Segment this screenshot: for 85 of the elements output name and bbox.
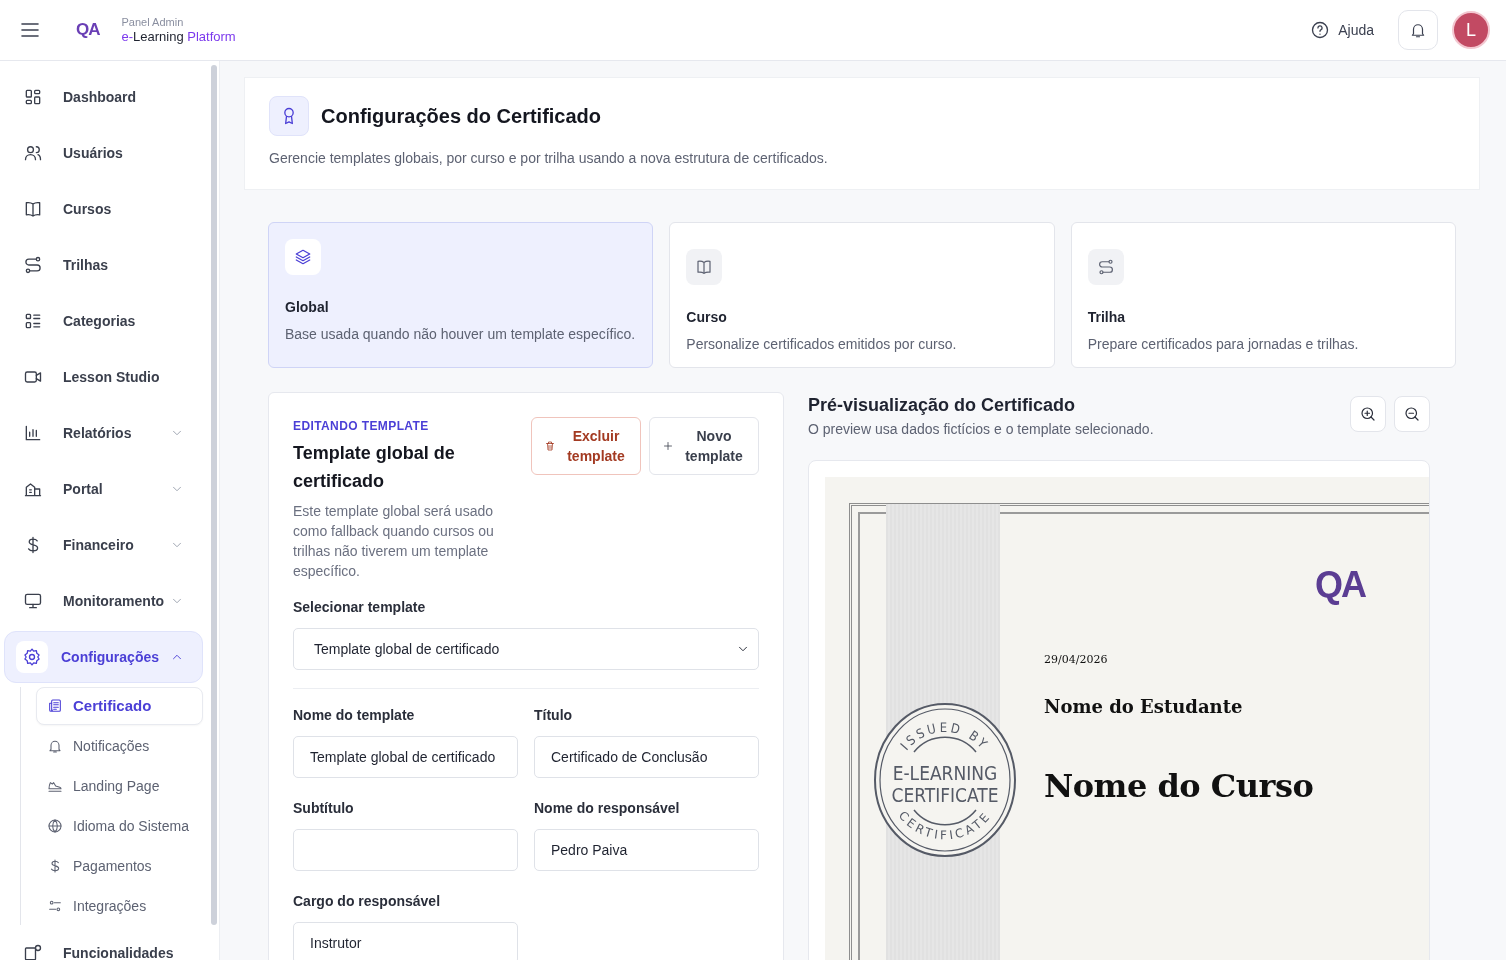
sidebar-subitem[interactable]: Landing Page: [36, 767, 203, 805]
monitor-icon: [23, 591, 43, 611]
field-label: Subtítulo: [293, 799, 355, 818]
field-label: Selecionar template: [293, 598, 427, 617]
input-field[interactable]: Pedro Paiva: [534, 829, 759, 871]
input-field[interactable]: Template global de certificado: [293, 736, 518, 778]
trash-icon: [544, 440, 556, 452]
sidebar-item[interactable]: Trilhas: [4, 239, 203, 291]
scope-card[interactable]: Global Base usada quando não houver um template específico.: [268, 222, 654, 368]
scope-title: Global: [285, 298, 330, 317]
sidebar-item[interactable]: Configurações: [4, 631, 203, 683]
template-title: Template global de certificado: [293, 442, 456, 493]
scope-title: Curso: [686, 308, 728, 327]
scope-description: Prepare certificados para jornadas e trilhas.: [1087, 335, 1360, 354]
sidebar-item[interactable]: Dashboard: [4, 71, 203, 123]
book-icon: [695, 258, 714, 276]
field-label: Nome do template: [293, 706, 416, 725]
sliders-icon: [47, 898, 63, 914]
book-icon: [23, 199, 43, 219]
field-label: Cargo do responsável: [293, 892, 442, 911]
field-label: Nome do responsável: [534, 799, 681, 818]
seal-text: CERTIFICATE: [891, 784, 999, 806]
sidebar-item[interactable]: Cursos: [4, 183, 203, 235]
input-field[interactable]: [293, 829, 518, 871]
route-icon: [1096, 258, 1115, 276]
document-icon: [47, 698, 63, 714]
sidebar-item[interactable]: Monitoramento: [4, 575, 203, 627]
delete-template-button[interactable]: Excluir template: [531, 417, 641, 475]
scope-description: Base usada quando não houver um template específico.: [285, 325, 637, 344]
bell-icon: [1409, 21, 1427, 39]
settings-icon: [22, 647, 42, 667]
scrollbar[interactable]: [211, 65, 217, 925]
plus-icon: [662, 440, 674, 452]
section-label: EDITANDO TEMPLATE: [293, 418, 430, 435]
page-description: Gerencie templates globais, por curso e por trilha usando a nova estrutura de certificados.: [269, 149, 829, 168]
scope-description: Personalize certificados emitidos por curso.: [686, 335, 958, 354]
scope-card[interactable]: Trilha Prepare certificados para jornadas e trilhas.: [1070, 222, 1456, 368]
sidebar-item[interactable]: Portal: [4, 463, 203, 515]
bell-icon: [47, 738, 63, 754]
notifications-button[interactable]: [1398, 10, 1438, 50]
sidebar-item[interactable]: Funcionalidades: [4, 927, 203, 960]
sidebar-subitem[interactable]: Certificado: [36, 687, 203, 725]
sidebar-item[interactable]: Lesson Studio: [4, 351, 203, 403]
route-icon: [23, 255, 43, 275]
users-icon: [23, 143, 43, 163]
course-name: Nome do Curso: [1044, 765, 1315, 807]
sidebar-item[interactable]: Financeiro: [4, 519, 203, 571]
user-avatar[interactable]: L: [1452, 11, 1490, 49]
list-icon: [23, 311, 43, 331]
scope-card[interactable]: Curso Personalize certificados emitidos por curso.: [669, 222, 1055, 368]
layers-icon: [294, 248, 312, 266]
zoom-out-button[interactable]: [1394, 396, 1430, 432]
field-label: Título: [534, 706, 574, 725]
sidebar-subitem[interactable]: Pagamentos: [36, 847, 203, 885]
help-button[interactable]: Ajuda: [1310, 19, 1374, 41]
certificate-date: 29/04/2026: [1044, 652, 1109, 668]
seal-text: E-LEARNING: [892, 762, 998, 784]
logo: QA: [76, 19, 100, 42]
sidebar-subitem[interactable]: Integrações: [36, 887, 203, 925]
certificate-logo: QA: [1314, 563, 1367, 607]
zoom-in-icon: [1359, 405, 1377, 423]
student-name: Nome do Estudante: [1044, 694, 1244, 719]
zoom-in-button[interactable]: [1350, 396, 1386, 432]
bar-chart-icon: [23, 423, 43, 443]
page-title: Configurações do Certificado: [321, 104, 602, 128]
zoom-out-icon: [1403, 405, 1421, 423]
sidebar-subitem[interactable]: Notificações: [36, 727, 203, 765]
sidebar-item[interactable]: Relatórios: [4, 407, 203, 459]
new-template-button[interactable]: Novo template: [649, 417, 759, 475]
input-field[interactable]: Instrutor: [293, 922, 518, 960]
feature-icon: [23, 943, 43, 960]
preview-title: Pré-visualização do Certificado: [808, 394, 1077, 417]
grid-icon: [23, 87, 43, 107]
sidebar-item[interactable]: Categorias: [4, 295, 203, 347]
sidebar-subitem[interactable]: Idioma do Sistema: [36, 807, 203, 845]
input-field[interactable]: Certificado de Conclusão: [534, 736, 759, 778]
globe-icon: [47, 818, 63, 834]
template-description: Este template global será usado como fallback quando cursos ou trilhas não tiverem um template específico.: [293, 502, 495, 581]
brand-name: e-Learning Platform: [121, 29, 236, 44]
panel-label: Panel Admin: [121, 16, 185, 29]
preview-description: O preview usa dados fictícios e o template selecionado.: [808, 420, 1155, 439]
template-select[interactable]: Template global de certificado: [293, 628, 759, 670]
scope-title: Trilha: [1087, 308, 1126, 327]
sidebar-item[interactable]: Usuários: [4, 127, 203, 179]
help-icon: [1310, 20, 1331, 40]
